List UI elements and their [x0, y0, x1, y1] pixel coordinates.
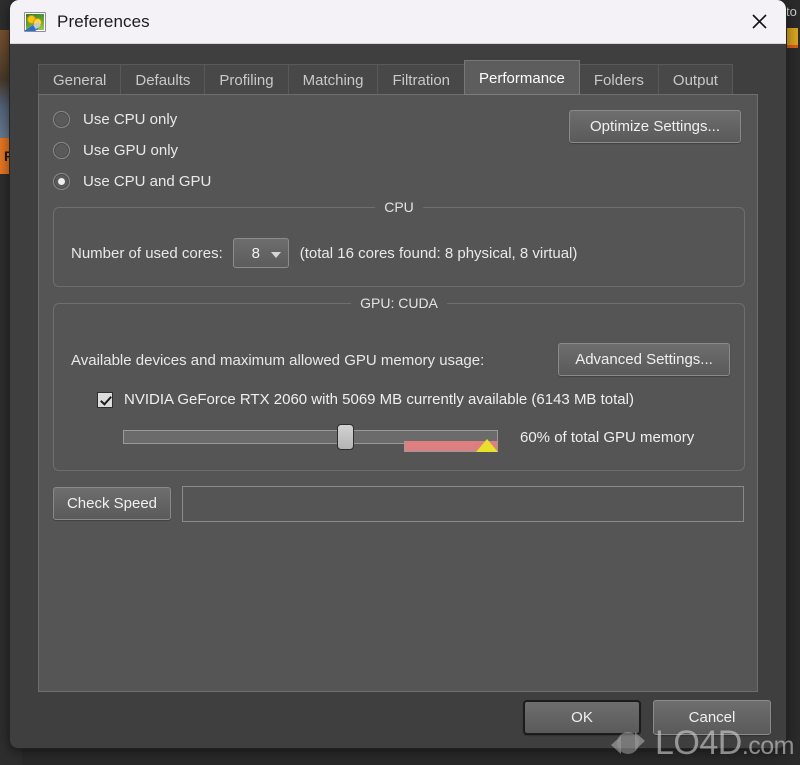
- cancel-button[interactable]: Cancel: [653, 700, 771, 735]
- gpu-devices-label: Available devices and maximum allowed GP…: [71, 352, 485, 369]
- radio-indicator: [53, 142, 70, 159]
- gpu-group-box: GPU: CUDA Available devices and maximum …: [53, 295, 745, 471]
- radio-label: Use GPU only: [83, 142, 179, 159]
- cpu-group-title: CPU: [375, 199, 423, 215]
- check-speed-button[interactable]: Check Speed: [53, 487, 171, 520]
- close-icon[interactable]: [732, 0, 786, 43]
- tab-general[interactable]: General: [38, 64, 122, 95]
- cpu-group-box: CPU Number of used cores: 8 (total 16 co…: [53, 199, 745, 287]
- preferences-tab-strip: General Defaults Profiling Matching Filt…: [38, 60, 786, 95]
- gpu-device-label: NVIDIA GeForce RTX 2060 with 5069 MB cur…: [124, 391, 634, 408]
- performance-tab-panel: Use CPU only Use GPU only Use CPU and GP…: [38, 94, 758, 692]
- chevron-down-icon: [270, 252, 281, 258]
- gpu-memory-slider-row: 60% of total GPU memory: [123, 422, 694, 452]
- radio-use-cpu-only[interactable]: Use CPU only: [53, 111, 177, 128]
- slider-warning-marker-icon: [475, 439, 498, 452]
- cpu-cores-value: 8: [251, 244, 260, 262]
- cpu-cores-dropdown[interactable]: 8: [232, 238, 289, 268]
- gpu-group-title: GPU: CUDA: [351, 295, 447, 311]
- radio-use-cpu-and-gpu[interactable]: Use CPU and GPU: [53, 173, 211, 190]
- tab-matching[interactable]: Matching: [287, 64, 379, 95]
- tab-profiling[interactable]: Profiling: [204, 64, 289, 95]
- tab-performance[interactable]: Performance: [464, 60, 580, 95]
- cpu-cores-row: Number of used cores: 8 (total 16 cores …: [71, 238, 577, 268]
- background-yellow-marker: [786, 28, 798, 48]
- gpu-memory-percent-label: 60% of total GPU memory: [520, 428, 695, 446]
- tab-defaults[interactable]: Defaults: [120, 64, 206, 95]
- ok-button[interactable]: OK: [523, 700, 641, 735]
- gpu-memory-slider[interactable]: [123, 422, 498, 452]
- radio-use-gpu-only[interactable]: Use GPU only: [53, 142, 178, 159]
- cpu-cores-note: (total 16 cores found: 8 physical, 8 vir…: [299, 244, 578, 262]
- optimize-settings-button[interactable]: Optimize Settings...: [569, 110, 741, 143]
- check-speed-result-field[interactable]: [182, 486, 744, 522]
- preferences-dialog: Preferences General Defaults Profiling M…: [10, 0, 786, 748]
- tab-output[interactable]: Output: [657, 64, 733, 95]
- background-app-right-edge: to: [786, 0, 800, 765]
- gpu-device-checkbox-row[interactable]: NVIDIA GeForce RTX 2060 with 5069 MB cur…: [97, 391, 634, 408]
- title-bar: Preferences: [10, 0, 786, 44]
- window-title: Preferences: [57, 11, 150, 31]
- radio-label: Use CPU only: [83, 111, 178, 128]
- cpu-cores-label: Number of used cores:: [71, 244, 223, 262]
- radio-indicator-selected: [53, 173, 70, 190]
- dialog-footer: OK Cancel: [10, 692, 786, 748]
- background-right-tab-label: to: [786, 4, 797, 19]
- tab-folders[interactable]: Folders: [578, 64, 659, 95]
- checkbox-icon[interactable]: [97, 391, 113, 408]
- tab-filtration[interactable]: Filtration: [377, 64, 466, 95]
- advanced-settings-button[interactable]: Advanced Settings...: [558, 343, 730, 376]
- image-edit-icon: [24, 11, 46, 32]
- radio-indicator: [53, 111, 70, 128]
- slider-handle[interactable]: [336, 424, 354, 450]
- radio-label: Use CPU and GPU: [83, 173, 212, 190]
